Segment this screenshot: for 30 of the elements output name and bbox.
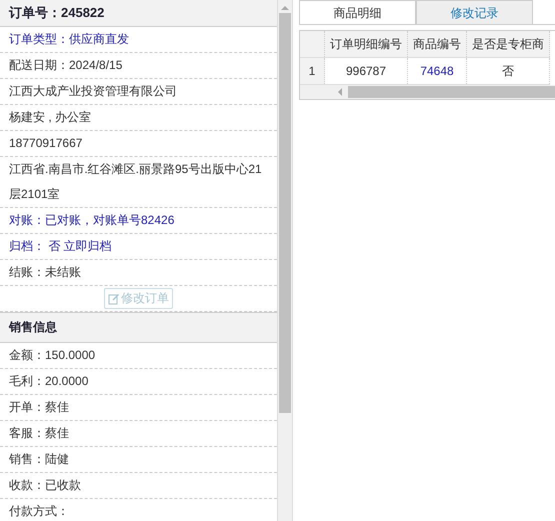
info-text: 销售：陆健 — [0, 447, 277, 473]
scrollbar-thumb[interactable] — [348, 86, 555, 98]
info-text: 配送日期：2024/8/15 — [0, 53, 277, 79]
info-link[interactable]: 对账：已对账，对账单号82426 — [0, 208, 277, 234]
tab[interactable]: 修改记录 — [416, 0, 533, 24]
section-header: 销售信息 — [0, 312, 277, 343]
info-text: 江西大成产业投资管理有限公司 — [0, 79, 277, 105]
info-text: 客服：蔡佳 — [0, 421, 277, 447]
tab[interactable]: 商品明细 — [299, 0, 416, 24]
order-number-header: 订单号：245822 — [0, 0, 277, 27]
info-text: 江西省.南昌市.红谷滩区.丽景路95号出版中心21层2101室 — [0, 157, 277, 208]
column-header: 是否是专柜商 — [466, 31, 550, 58]
pencil-icon — [108, 292, 120, 304]
scroll-left-arrow-icon[interactable] — [338, 88, 342, 96]
column-header: 订单明细编号 — [324, 31, 408, 58]
vertical-scrollbar[interactable] — [278, 0, 292, 521]
horizontal-scrollbar[interactable] — [300, 85, 555, 99]
info-text: 开单：蔡佳 — [0, 395, 277, 421]
info-link[interactable]: 归档： 否 立即归档 — [0, 234, 277, 260]
info-text: 付款方式： — [0, 499, 277, 521]
info-text: 毛利：20.0000 — [0, 369, 277, 395]
info-text: 金额：150.0000 — [0, 343, 277, 369]
row-number: 1 — [300, 58, 324, 84]
column-header: 商品编号 — [408, 31, 466, 58]
info-text: 收款：已收款 — [0, 473, 277, 499]
info-text: 杨建安 , 办公室 — [0, 105, 277, 131]
scrollbar-thumb[interactable] — [279, 13, 291, 413]
info-text: 结账：未结账 — [0, 260, 277, 286]
info-link[interactable]: 订单类型：供应商直发 — [0, 27, 277, 53]
info-text: 18770917667 — [0, 131, 277, 157]
